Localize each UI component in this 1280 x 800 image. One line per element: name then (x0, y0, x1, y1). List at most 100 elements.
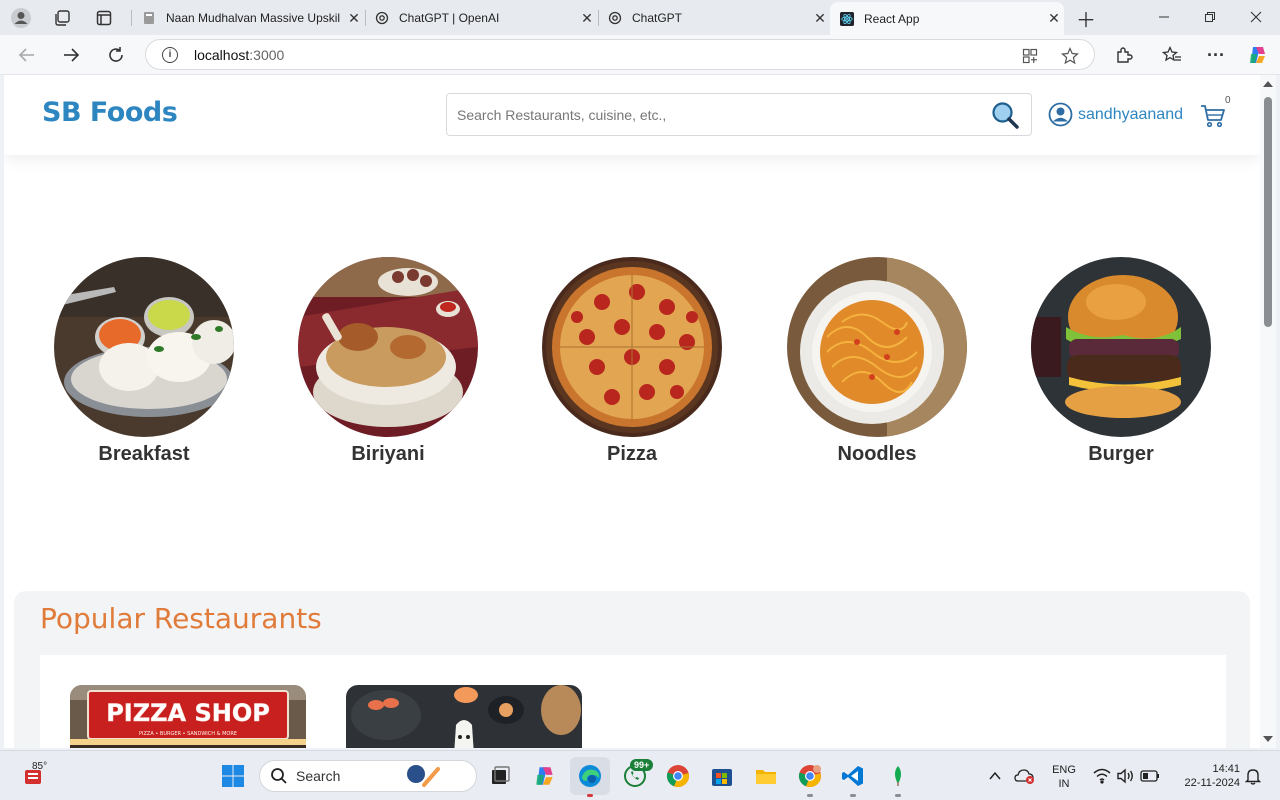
restaurant-sign: PIZZA SHOP (106, 699, 270, 727)
search-highlight-icon (407, 765, 441, 787)
refresh-icon[interactable] (103, 42, 129, 68)
popular-restaurants-section: Popular Restaurants PIZZA SHOP PIZZA • B… (14, 591, 1250, 748)
mongodb-icon[interactable] (885, 763, 911, 789)
react-favicon (840, 11, 854, 26)
close-window-icon[interactable] (1236, 5, 1276, 29)
notifications-bell-icon[interactable] (1240, 763, 1266, 789)
noodles-image[interactable] (787, 257, 967, 437)
task-view-icon[interactable] (487, 763, 513, 789)
restaurant-image[interactable]: PIZZA SHOP PIZZA • BURGER • SANDWICH & M… (70, 685, 306, 748)
category-label: Biriyani (351, 443, 425, 465)
microsoft-store-icon[interactable] (709, 763, 735, 789)
category-label: Pizza (606, 443, 658, 465)
biriyani-image[interactable] (298, 257, 478, 437)
page-scrollbar[interactable] (1260, 75, 1276, 748)
site-navbar: SB Foods sandhyaanand 0 (4, 75, 1260, 155)
restaurant-list: PIZZA SHOP PIZZA • BURGER • SANDWICH & M… (40, 655, 1226, 748)
naan-mudhalvan-favicon (142, 11, 156, 25)
scrollbar-thumb[interactable] (1264, 97, 1272, 327)
scroll-up-arrow-icon[interactable] (1263, 81, 1273, 87)
category-noodles[interactable]: Noodles (787, 257, 967, 466)
taskbar-search-label: Search (296, 768, 341, 784)
minimize-icon[interactable] (1144, 5, 1184, 29)
back-icon[interactable] (14, 42, 40, 68)
profile-icon[interactable] (9, 6, 33, 30)
file-explorer-icon[interactable] (753, 763, 779, 789)
category-breakfast[interactable]: Breakfast (54, 257, 234, 466)
show-hidden-icons-icon[interactable] (982, 763, 1008, 789)
address-bar-row: i localhost:3000 ··· (0, 35, 1280, 75)
cart-count: 0 (1225, 95, 1231, 106)
whatsapp-badge: 99+ (630, 759, 654, 771)
windows-taskbar: 85° Search 99+ ENG IN 14:41 22-11-2024 (0, 750, 1280, 800)
pizza-image[interactable] (542, 257, 722, 437)
chrome-icon[interactable] (665, 763, 691, 789)
tab-title: ChatGPT | OpenAI (399, 11, 500, 25)
app-available-icon[interactable] (1020, 46, 1040, 66)
search-icon (271, 768, 287, 784)
tab-naan-mudhalvan[interactable]: Naan Mudhalvan Massive Upskil ✕ (132, 4, 364, 32)
close-tab-icon[interactable]: ✕ (577, 10, 597, 27)
workspaces-icon[interactable] (50, 6, 74, 30)
language-indicator[interactable]: ENG IN (1046, 763, 1082, 791)
taskbar-search[interactable]: Search (259, 760, 477, 792)
copilot-taskbar-icon[interactable] (532, 763, 558, 789)
search-input[interactable] (447, 94, 987, 135)
brand-logo[interactable]: SB Foods (42, 97, 178, 128)
battery-icon[interactable] (1137, 763, 1163, 789)
search-icon[interactable] (991, 101, 1019, 129)
cart-icon[interactable] (1200, 103, 1226, 129)
extensions-icon[interactable] (1112, 43, 1136, 67)
close-tab-icon[interactable]: ✕ (1044, 10, 1064, 27)
openai-favicon (608, 11, 622, 25)
restore-icon[interactable] (1190, 5, 1230, 29)
close-tab-icon[interactable]: ✕ (344, 10, 364, 27)
copilot-icon[interactable] (1246, 43, 1270, 67)
favorite-star-icon[interactable] (1060, 46, 1080, 66)
new-tab-icon[interactable]: ＋ (1074, 6, 1098, 32)
url-text[interactable]: localhost:3000 (194, 47, 284, 63)
site-info-icon[interactable]: i (162, 47, 178, 63)
restaurant-image[interactable] (346, 685, 582, 748)
category-burger[interactable]: Burger (1031, 257, 1211, 466)
tab-title: ChatGPT (632, 11, 683, 25)
tab-chatgpt-openai[interactable]: ChatGPT | OpenAI ✕ (365, 4, 597, 32)
breakfast-image[interactable] (54, 257, 234, 437)
category-biriyani[interactable]: Biriyani (298, 257, 478, 466)
clock[interactable]: 14:41 22-11-2024 (1168, 762, 1240, 790)
volume-icon[interactable] (1113, 763, 1139, 789)
section-title: Popular Restaurants (40, 602, 322, 635)
page-viewport: SB Foods sandhyaanand 0 (4, 75, 1260, 748)
restaurant-card-sushi[interactable] (346, 685, 582, 748)
username: sandhyaanand (1078, 105, 1183, 123)
edge-taskbar-icon[interactable] (570, 757, 610, 795)
scroll-down-arrow-icon[interactable] (1263, 736, 1273, 742)
start-icon[interactable] (220, 763, 246, 789)
burger-image[interactable] (1031, 257, 1211, 437)
wifi-icon[interactable] (1089, 763, 1115, 789)
category-pizza[interactable]: Pizza (542, 257, 722, 466)
restaurant-card-pizza-shop[interactable]: PIZZA SHOP PIZZA • BURGER • SANDWICH & M… (70, 685, 306, 748)
weather-temperature: 85° (32, 761, 48, 772)
tab-actions-icon[interactable] (92, 6, 116, 30)
close-tab-icon[interactable]: ✕ (810, 10, 830, 27)
more-options-icon[interactable]: ··· (1204, 43, 1228, 67)
vscode-icon[interactable] (840, 763, 866, 789)
category-label: Breakfast (98, 443, 190, 465)
favorites-icon[interactable] (1160, 43, 1184, 67)
chrome-profile-icon[interactable] (797, 763, 823, 789)
openai-favicon (375, 11, 389, 25)
user-profile-link[interactable]: sandhyaanand (1048, 102, 1183, 127)
restaurant-sign-sub: PIZZA • BURGER • SANDWICH & MORE (139, 731, 237, 737)
category-list: Breakfast Biriyani Pizza Noodles Burger (4, 257, 1260, 472)
forward-icon[interactable] (58, 42, 84, 68)
tab-title: React App (864, 11, 920, 26)
onedrive-status-icon[interactable] (1012, 763, 1038, 789)
url-bar[interactable]: i localhost:3000 (145, 39, 1095, 70)
tab-chatgpt[interactable]: ChatGPT ✕ (598, 4, 830, 32)
category-label: Noodles (837, 443, 917, 465)
tab-title: Naan Mudhalvan Massive Upskil (166, 11, 341, 25)
category-label: Burger (1088, 443, 1154, 465)
tab-react-app[interactable]: React App ✕ (830, 2, 1064, 35)
browser-tab-bar: Naan Mudhalvan Massive Upskil ✕ ChatGPT … (0, 0, 1280, 35)
